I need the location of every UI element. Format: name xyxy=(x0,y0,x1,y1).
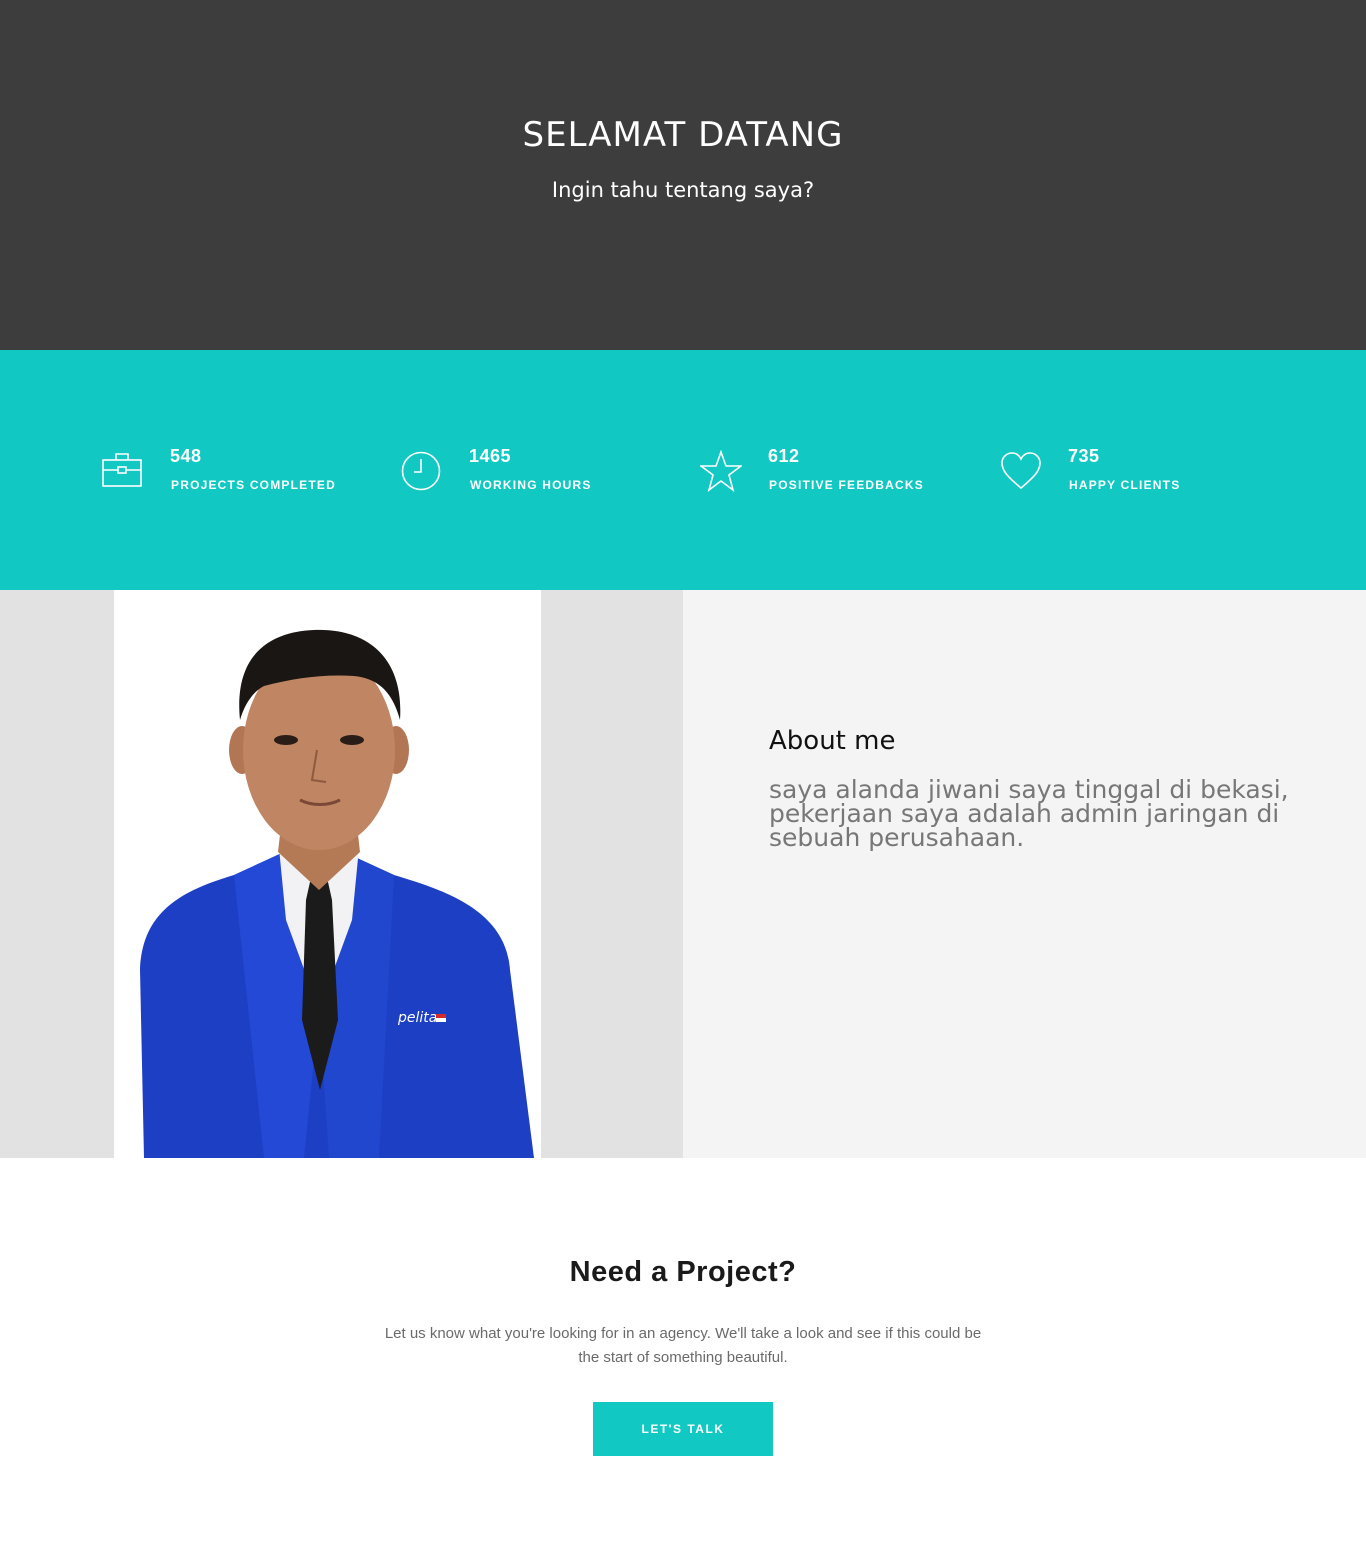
about-heading: About me xyxy=(769,726,896,756)
cta-text: Let us know what you're looking for in a… xyxy=(384,1325,982,1366)
hero-title: SELAMAT DATANG xyxy=(522,115,844,155)
stat-label: WORKING HOURS xyxy=(470,478,592,492)
about-section: pelita About me saya alanda jiwani saya … xyxy=(0,590,1366,1158)
about-bio: saya alanda jiwani saya tinggal di bekas… xyxy=(769,775,1289,852)
profile-photo: pelita xyxy=(114,590,541,1158)
blazer-badge: pelita xyxy=(397,1010,437,1026)
clock-icon xyxy=(401,451,441,491)
stat-value: 1465 xyxy=(469,446,512,466)
briefcase-icon xyxy=(102,453,142,487)
cta-section: Need a Project? Let us know what you're … xyxy=(0,1158,1366,1556)
stats-section: 548 PROJECTS COMPLETED 1465 WORKING HOUR… xyxy=(0,350,1366,590)
about-photo-panel: pelita xyxy=(0,590,683,1158)
hero-subtitle: Ingin tahu tentang saya? xyxy=(551,178,815,202)
cta-heading: Need a Project? xyxy=(569,1256,797,1288)
star-icon xyxy=(700,450,742,492)
hero-section: SELAMAT DATANG Ingin tahu tentang saya? xyxy=(0,0,1366,350)
stat-value: 735 xyxy=(1068,446,1100,466)
portrait-illustration: pelita xyxy=(140,629,534,1158)
stat-label: HAPPY CLIENTS xyxy=(1069,478,1181,492)
stat-label: POSITIVE FEEDBACKS xyxy=(769,478,924,492)
stat-value: 548 xyxy=(170,446,202,466)
heart-icon xyxy=(1001,452,1041,490)
stat-value: 612 xyxy=(768,446,800,466)
about-text-panel: About me saya alanda jiwani saya tinggal… xyxy=(683,590,1366,1158)
stat-label: PROJECTS COMPLETED xyxy=(171,478,336,492)
lets-talk-button[interactable]: LET'S TALK xyxy=(593,1402,773,1456)
